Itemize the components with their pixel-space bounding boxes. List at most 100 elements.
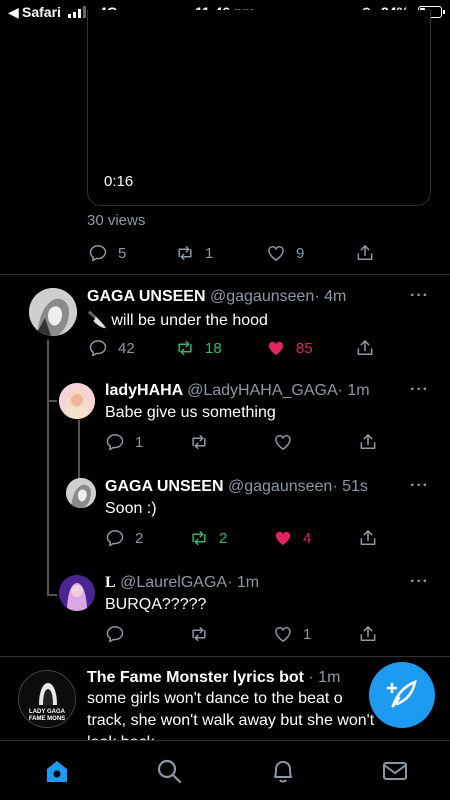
avatar-image	[59, 575, 95, 611]
timestamp: · 1m	[337, 382, 370, 399]
tweet-text: BURQA?????	[105, 596, 207, 613]
reply-icon	[88, 338, 108, 358]
like-icon	[266, 338, 286, 358]
timestamp: · 1m	[308, 669, 341, 686]
author-line[interactable]: ladyHAHA @LadyHAHA_GAGA· 1m	[105, 382, 370, 400]
username[interactable]: @gagaunseen	[228, 478, 332, 495]
retweet-icon	[175, 243, 195, 263]
reply-count: 2	[135, 529, 144, 547]
like-icon	[273, 624, 293, 644]
home-icon[interactable]	[43, 757, 71, 785]
share-button[interactable]	[355, 243, 375, 263]
timestamp: · 1m	[227, 574, 260, 591]
share-icon	[355, 243, 375, 263]
reply-button[interactable]: 2	[105, 528, 143, 548]
avatar[interactable]: LADY GAGA FAME MONS	[18, 670, 76, 728]
author-line[interactable]: The Fame Monster lyrics bot · 1m	[87, 669, 340, 687]
reply-icon	[105, 528, 125, 548]
retweet-button[interactable]: 18	[175, 338, 222, 358]
notifications-icon[interactable]	[269, 757, 297, 785]
reply-icon	[88, 243, 108, 263]
tweet-text-line: track, she won't walk away but she won't	[87, 712, 375, 729]
share-icon	[355, 338, 375, 358]
compose-icon	[386, 679, 417, 708]
more-icon[interactable]: ···	[410, 477, 429, 495]
more-icon[interactable]: ···	[410, 287, 429, 305]
share-button[interactable]	[358, 624, 378, 644]
share-button[interactable]	[355, 338, 375, 358]
avatar[interactable]	[59, 383, 95, 419]
retweet-icon	[189, 624, 209, 644]
video-duration: 0:16	[104, 173, 134, 190]
reply-button[interactable]	[105, 624, 125, 644]
compose-button[interactable]	[369, 662, 435, 728]
tweet-text: Babe give us something	[105, 404, 276, 421]
display-name[interactable]: L	[105, 574, 116, 591]
like-count: 85	[296, 339, 313, 357]
like-button[interactable]: 1	[273, 624, 311, 644]
share-icon	[358, 624, 378, 644]
retweet-count: 18	[205, 339, 222, 357]
view-count: 30 views	[87, 212, 146, 229]
tweet-text-line: some girls won't dance to the beat o	[87, 690, 343, 707]
avatar[interactable]	[29, 288, 77, 336]
reply-icon	[105, 624, 125, 644]
retweet-count: 2	[219, 529, 228, 547]
like-count: 4	[303, 529, 312, 547]
video-player[interactable]: 0:16	[87, 10, 431, 206]
thread-line	[78, 420, 80, 482]
share-button[interactable]	[358, 432, 378, 452]
tab-bar	[0, 740, 450, 800]
username[interactable]: @gagaunseen	[210, 288, 314, 305]
display-name[interactable]: The Fame Monster lyrics bot	[87, 669, 304, 686]
like-count: 9	[296, 244, 305, 262]
like-icon	[266, 243, 286, 263]
author-line[interactable]: GAGA UNSEEN @gagaunseen· 4m	[87, 288, 346, 306]
tweet-text: Soon :)	[105, 500, 157, 517]
reply-button[interactable]: 5	[88, 243, 126, 263]
like-count: 1	[303, 625, 312, 643]
like-button[interactable]	[273, 432, 293, 452]
divider	[0, 274, 450, 275]
retweet-icon	[175, 338, 195, 358]
display-name[interactable]: GAGA UNSEEN	[105, 478, 224, 495]
thread-line	[47, 340, 49, 596]
avatar[interactable]	[59, 575, 95, 611]
retweet-button[interactable]	[189, 432, 209, 452]
retweet-button[interactable]: 2	[189, 528, 227, 548]
retweet-icon	[189, 528, 209, 548]
like-button[interactable]: 9	[266, 243, 304, 263]
retweet-count: 1	[205, 244, 214, 262]
reply-button[interactable]: 42	[88, 338, 135, 358]
username[interactable]: @LadyHAHA_GAGA	[187, 382, 338, 399]
author-line[interactable]: GAGA UNSEEN @gagaunseen· 51s	[105, 478, 368, 496]
display-name[interactable]: GAGA UNSEEN	[87, 288, 206, 305]
thread-branch	[47, 594, 57, 596]
avatar[interactable]	[66, 478, 96, 508]
timestamp: · 4m	[314, 288, 347, 305]
like-button[interactable]: 4	[273, 528, 311, 548]
like-icon	[273, 432, 293, 452]
more-icon[interactable]: ···	[410, 381, 429, 399]
avatar-image	[59, 383, 95, 419]
like-button[interactable]: 85	[266, 338, 313, 358]
avatar-caption: LADY GAGA FAME MONS	[28, 709, 66, 722]
retweet-icon	[189, 432, 209, 452]
reply-button[interactable]: 1	[105, 432, 143, 452]
divider	[0, 656, 450, 657]
retweet-button[interactable]	[189, 624, 209, 644]
author-line[interactable]: L @LaurelGAGA· 1m	[105, 574, 259, 592]
avatar-image	[66, 478, 96, 508]
username[interactable]: @LaurelGAGA	[120, 574, 227, 591]
more-icon[interactable]: ···	[410, 573, 429, 591]
share-icon	[358, 432, 378, 452]
display-name[interactable]: ladyHAHA	[105, 382, 183, 399]
like-icon	[273, 528, 293, 548]
messages-icon[interactable]	[381, 757, 409, 785]
share-button[interactable]	[358, 528, 378, 548]
avatar-image	[29, 288, 77, 336]
share-icon	[358, 528, 378, 548]
search-icon[interactable]	[155, 757, 183, 785]
reply-count: 5	[118, 244, 127, 262]
retweet-button[interactable]: 1	[175, 243, 213, 263]
